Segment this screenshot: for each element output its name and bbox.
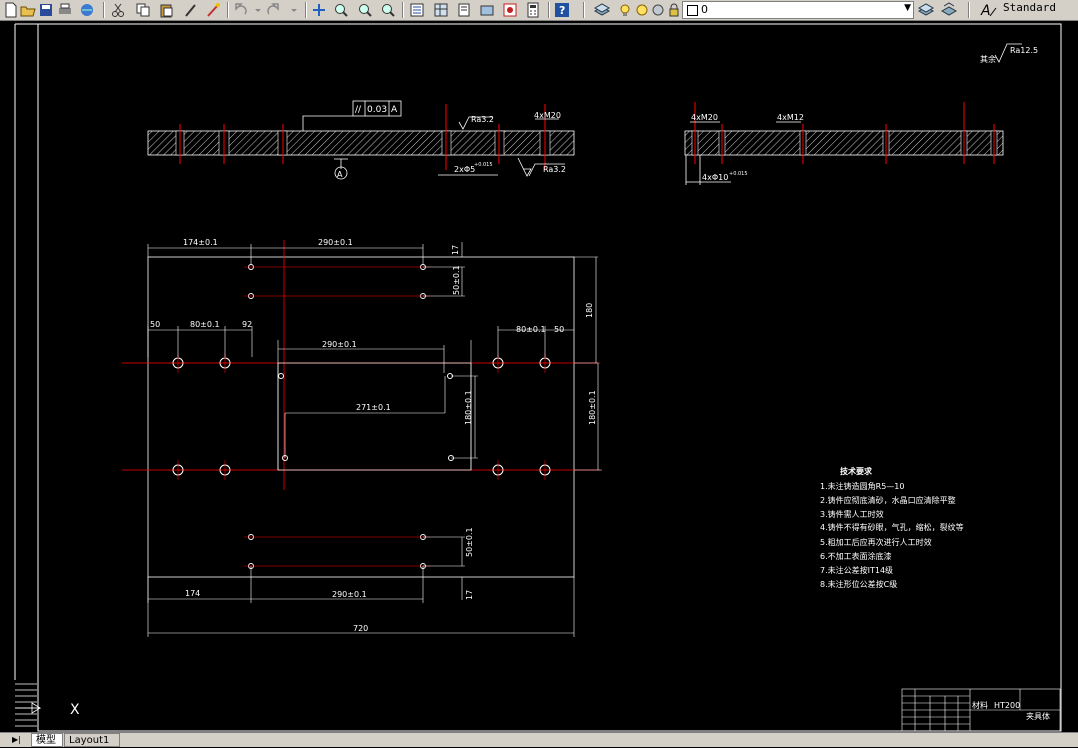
svg-text:其余: 其余 [980, 54, 996, 64]
material-label: 材料 [972, 700, 988, 710]
svg-text:80±0.1: 80±0.1 [190, 320, 220, 329]
technical-notes: 技术要求 1.未注铸造圆角R5—10 2.铸件应彻底清砂，水晶口应清除平整 3.… [820, 466, 964, 589]
note-6: 6.不加工表面涂底漆 [820, 551, 892, 561]
tab-layout1[interactable]: Layout1 [64, 733, 120, 747]
notes-title: 技术要求 [840, 466, 873, 476]
tool-palettes-icon[interactable] [456, 2, 473, 18]
tab-model[interactable]: 模型 [31, 733, 63, 747]
svg-text:A: A [980, 3, 991, 18]
layout-tabs: ▶| 模型 Layout1 [0, 732, 1078, 747]
zoom-previous-icon[interactable] [380, 2, 397, 18]
publish-icon[interactable] [79, 2, 96, 18]
redo-icon[interactable] [265, 2, 282, 18]
ucs-icon: X [15, 683, 80, 727]
zoom-realtime-icon[interactable] [333, 2, 350, 18]
svg-text:?: ? [559, 4, 565, 17]
note-7: 7.未注公差按IT14级 [820, 565, 893, 575]
open-icon[interactable] [20, 2, 37, 18]
section-view-left: // 0.03 A A Ra3.2 4xM20 2xΦ5 +0.015 Ra3.… [147, 100, 575, 180]
svg-text:4xM20: 4xM20 [691, 113, 718, 122]
section-view-right: 4xM20 4xM12 4xΦ10 +0.015 [684, 102, 1004, 185]
layer-lock-icon[interactable] [666, 2, 683, 18]
design-center-icon[interactable] [433, 2, 450, 18]
svg-text:4xΦ10: 4xΦ10 [702, 173, 728, 182]
cut-icon[interactable] [110, 2, 127, 18]
layer-dropdown[interactable]: 0 ▼ [682, 1, 914, 19]
layer-vp-freeze-icon[interactable] [650, 2, 667, 18]
svg-text:290±0.1: 290±0.1 [318, 238, 353, 247]
drawing-border [37, 23, 1062, 732]
copy-icon[interactable] [135, 2, 152, 18]
tab-nav-icon[interactable]: ▶| [10, 733, 28, 747]
svg-text:720: 720 [353, 624, 368, 633]
zoom-window-icon[interactable] [357, 2, 374, 18]
markup-icon[interactable] [502, 2, 519, 18]
flatness-value: 0.03 [367, 105, 387, 115]
svg-text:Ra3.2: Ra3.2 [543, 165, 566, 174]
svg-text:+0.015: +0.015 [729, 171, 748, 177]
sheet-set-icon[interactable] [479, 2, 496, 18]
svg-text:Ra12.5: Ra12.5 [1010, 46, 1038, 55]
global-roughness-symbol: 其余 Ra12.5 [980, 43, 1038, 64]
svg-text:17: 17 [451, 245, 460, 255]
flatness-symbol: // [355, 105, 362, 115]
layer-manager-icon[interactable] [593, 2, 611, 18]
svg-text:80±0.1: 80±0.1 [516, 325, 546, 334]
note-5: 5.粗加工后应再次进行人工时效 [820, 537, 932, 547]
svg-text:+0.015: +0.015 [474, 162, 493, 168]
title-block [901, 688, 1061, 732]
svg-text:174: 174 [185, 589, 200, 598]
material-value: HT200 [994, 701, 1020, 710]
properties-icon[interactable] [409, 2, 426, 18]
svg-text:Ra3.2: Ra3.2 [471, 115, 494, 124]
plan-view: 174±0.1 290±0.1 17 50±0.1 180 50 80±0.1 … [122, 238, 602, 637]
svg-text:4xM20: 4xM20 [534, 111, 561, 120]
layer-color-swatch [687, 5, 698, 16]
pan-icon[interactable] [311, 2, 328, 18]
note-8: 8.未注形位公差按C级 [820, 579, 897, 589]
layer-on-icon[interactable] [617, 2, 634, 18]
layer-previous-icon[interactable] [940, 2, 958, 18]
note-3: 3.铸件需人工时效 [820, 509, 884, 519]
svg-text:271±0.1: 271±0.1 [356, 403, 391, 412]
standard-toolbar: ? 0 ▼ A Standard [0, 0, 1078, 21]
svg-text:180±0.1: 180±0.1 [588, 390, 597, 425]
layer-freeze-icon[interactable] [634, 2, 651, 18]
undo-icon[interactable] [233, 2, 250, 18]
new-icon[interactable] [3, 2, 20, 18]
calculator-icon[interactable] [525, 2, 542, 18]
svg-text:290±0.1: 290±0.1 [322, 340, 357, 349]
svg-text:17: 17 [465, 590, 474, 600]
plot-icon[interactable] [57, 2, 74, 18]
svg-text:50±0.1: 50±0.1 [452, 265, 461, 295]
svg-text:92: 92 [242, 320, 252, 329]
text-style-field[interactable]: Standard [1003, 1, 1075, 19]
brush-icon[interactable] [205, 2, 222, 18]
part-name: 夹具体 [1026, 711, 1050, 721]
ucs-x-label: X [70, 702, 80, 718]
svg-text:180±0.1: 180±0.1 [464, 390, 473, 425]
layer-value: 0 [701, 3, 708, 16]
note-4: 4.铸件不得有砂眼，气孔，缩松，裂纹等 [820, 522, 964, 532]
svg-text:180: 180 [585, 303, 594, 318]
text-style-icon[interactable]: A [980, 2, 997, 19]
svg-text:4xM12: 4xM12 [777, 113, 804, 122]
svg-text:290±0.1: 290±0.1 [332, 590, 367, 599]
note-1: 1.未注铸造圆角R5—10 [820, 481, 904, 491]
make-layer-current-icon[interactable] [917, 2, 935, 18]
drawing-canvas[interactable]: 其余 Ra12.5 // 0.03 A A Ra3.2 4xM20 2xΦ5 +… [0, 21, 1078, 732]
match-properties-icon[interactable] [183, 2, 200, 18]
svg-text:50: 50 [554, 325, 564, 334]
svg-text:50±0.1: 50±0.1 [465, 527, 474, 557]
save-icon[interactable] [38, 2, 55, 18]
paste-icon[interactable] [158, 2, 175, 18]
svg-text:174±0.1: 174±0.1 [183, 238, 218, 247]
chevron-down-icon[interactable]: ▼ [904, 3, 911, 13]
datum-marker: A [337, 170, 343, 179]
note-2: 2.铸件应彻底清砂，水晶口应清除平整 [820, 495, 956, 505]
svg-text:2xΦ5: 2xΦ5 [454, 165, 475, 174]
svg-text:50: 50 [150, 320, 160, 329]
help-icon[interactable]: ? [554, 2, 571, 18]
datum-ref: A [391, 105, 398, 115]
